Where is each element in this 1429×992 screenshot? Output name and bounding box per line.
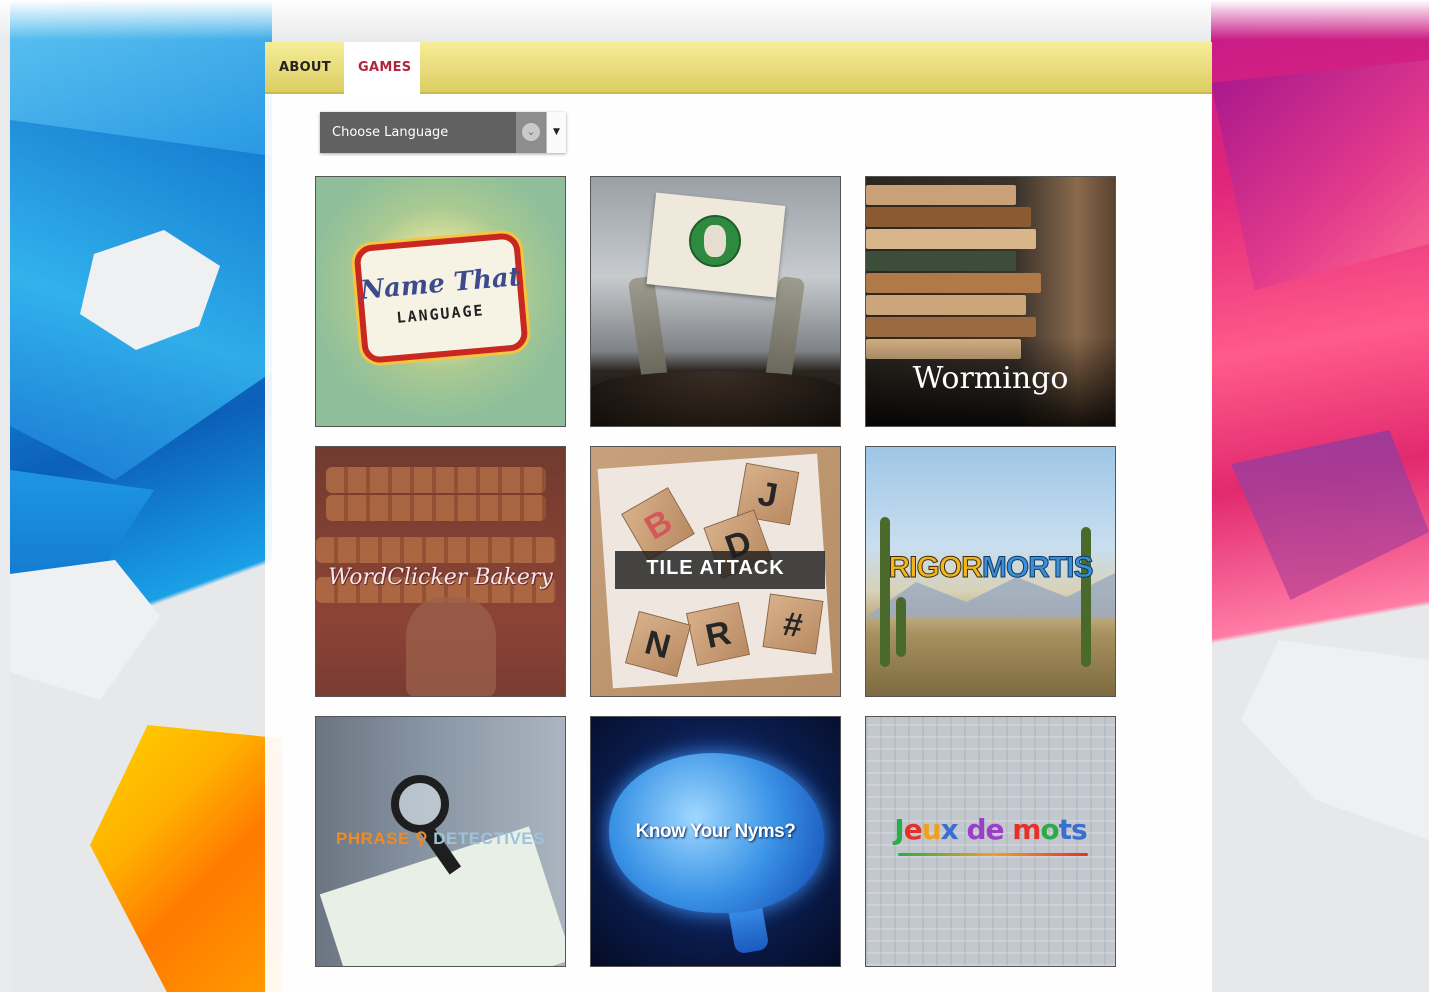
nav-tab-bar: ABOUT GAMES	[265, 42, 1212, 96]
game-tile-rigor-mortis[interactable]: RIGORMORTIS	[865, 446, 1116, 697]
language-select[interactable]: Choose Language ⌄ ▼	[320, 112, 566, 153]
game-tile-phrase-detectives[interactable]: PHRASE ⚲ DETECTIVES	[315, 716, 566, 967]
map-right-europe	[1211, 0, 1429, 992]
cactus-icon	[896, 597, 906, 657]
game-tile-know-your-nyms[interactable]: Know Your Nyms?	[590, 716, 841, 967]
zombie-face-icon	[704, 225, 726, 257]
tile-title: TILE ATTACK	[646, 557, 785, 579]
magnifying-glass-icon	[391, 775, 449, 833]
map-left-americas	[10, 0, 282, 992]
south-america-shape	[90, 725, 282, 992]
game-tile-wormingo[interactable]: Wormingo	[865, 176, 1116, 427]
game-tile-name-that-language[interactable]: Name That LANGUAGE	[315, 176, 566, 427]
language-select-value: Choose Language	[332, 125, 449, 140]
tile-title: RIGORMORTIS	[888, 551, 1094, 585]
tab-games[interactable]: GAMES	[344, 42, 420, 96]
tile-title: Know Your Nyms?	[635, 821, 796, 842]
cactus-icon	[1081, 527, 1091, 667]
game-tile-tile-attack[interactable]: J B R N # D TILE ATTACK	[590, 446, 841, 697]
game-tile-jeux-de-mots[interactable]: Jeux de mots	[865, 716, 1116, 967]
cactus-icon	[880, 517, 890, 667]
chevron-down-icon: ⌄	[522, 123, 540, 141]
dropdown-arrow-icon[interactable]: ▼	[546, 112, 566, 153]
game-tile-zombie[interactable]	[590, 176, 841, 427]
game-tile-wordclicker-bakery[interactable]: WordClicker Bakery	[315, 446, 566, 697]
tab-about[interactable]: ABOUT	[265, 42, 345, 94]
title-underline	[898, 853, 1088, 856]
tile-title: PHRASE ⚲ DETECTIVES	[335, 829, 545, 848]
tile-title: Jeux de mots	[894, 813, 1087, 846]
tile-title: WordClicker Bakery	[328, 565, 553, 590]
tile-title: Wormingo	[912, 361, 1069, 396]
main-panel: ABOUT GAMES Choose Language ⌄ ▼ Name Tha…	[265, 42, 1212, 992]
select-chevron-box: ⌄	[516, 112, 546, 153]
dirt-mound	[591, 371, 840, 426]
